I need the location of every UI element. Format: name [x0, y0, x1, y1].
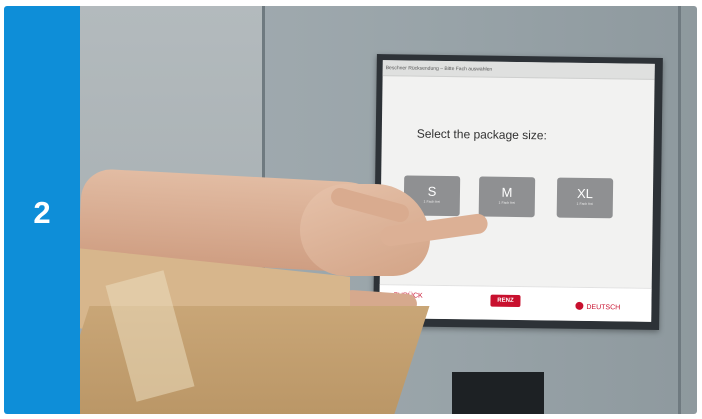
size-xl-button[interactable]: XL 1 Fach frei: [556, 177, 614, 219]
size-prompt: Select the package size:: [416, 126, 547, 143]
step-number: 2: [33, 195, 51, 230]
size-label: XL: [576, 185, 594, 202]
size-m-button[interactable]: M 1 Fach frei: [478, 176, 536, 218]
globe-icon: [575, 301, 584, 310]
size-availability: 1 Fach frei: [576, 201, 594, 207]
kiosk-photo: Beschner Rücksendung – Bitte Fach auswäh…: [80, 6, 697, 414]
size-label: S: [427, 183, 437, 199]
screen-header: Beschner Rücksendung – Bitte Fach auswäh…: [382, 60, 655, 80]
touchscreen: Beschner Rücksendung – Bitte Fach auswäh…: [379, 60, 655, 322]
instruction-card: 2 Beschner Rücksendung – Bitte Fach ausw…: [4, 6, 697, 414]
size-label: M: [501, 184, 513, 200]
step-badge: 2: [4, 6, 80, 414]
parcel-slot: [452, 372, 544, 414]
language-button[interactable]: DEUTSCH: [575, 301, 621, 312]
renz-logo: RENZ: [490, 294, 521, 308]
panel-seam: [678, 6, 681, 414]
touchscreen-bezel: Beschner Rücksendung – Bitte Fach auswäh…: [373, 54, 663, 330]
size-availability: 1 Fach frei: [498, 200, 516, 205]
language-label: DEUTSCH: [586, 303, 621, 312]
